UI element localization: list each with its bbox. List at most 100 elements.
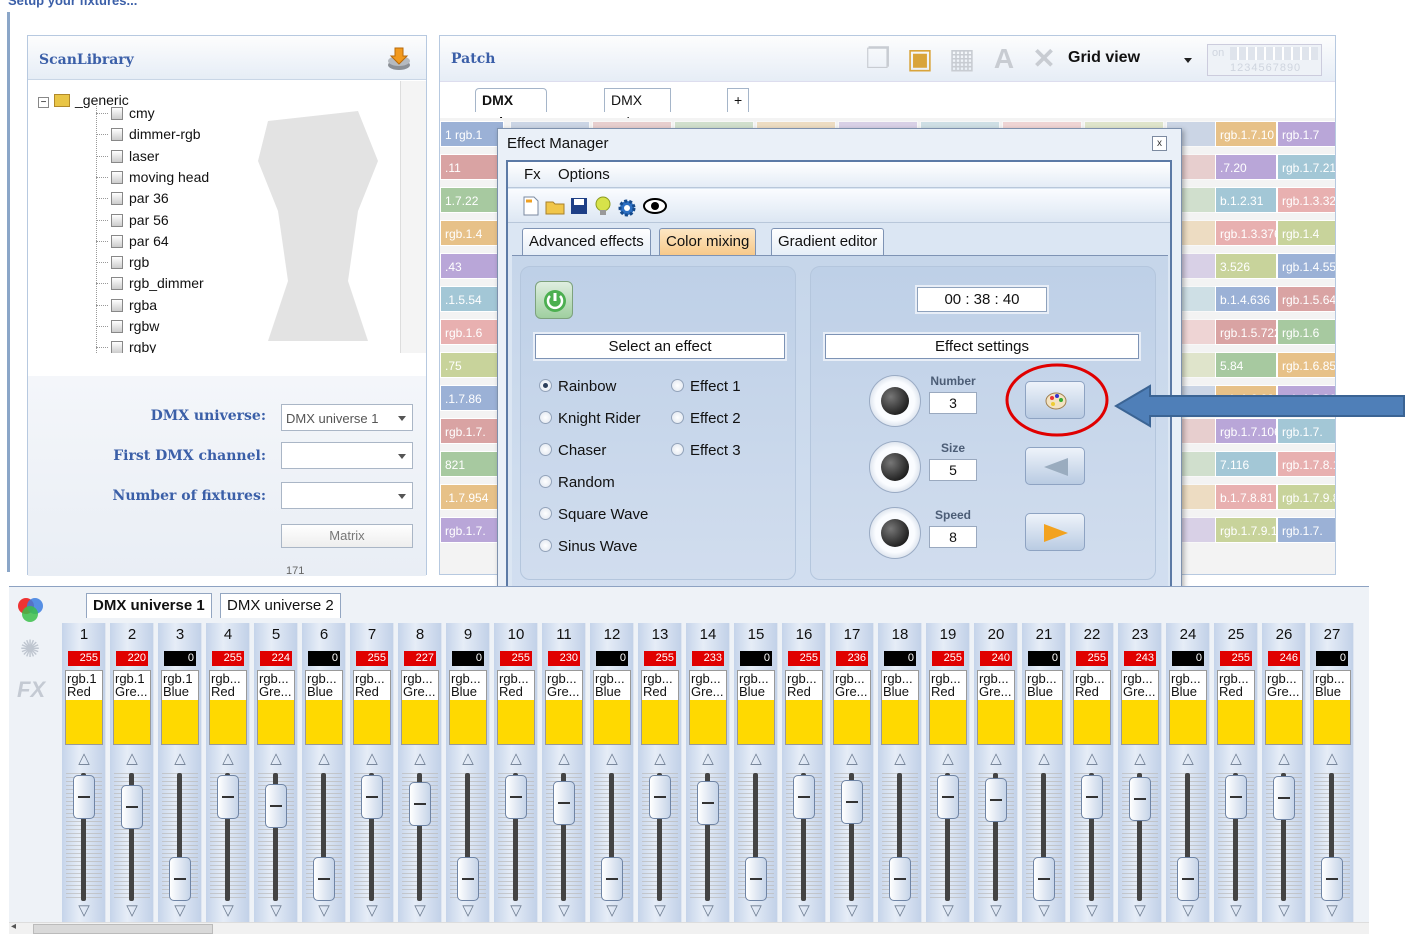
num-fixtures-select[interactable]	[281, 482, 413, 509]
fader-up-icon[interactable]: △	[842, 751, 862, 767]
tree-item[interactable]: rgbw	[111, 316, 159, 337]
radio-icon[interactable]	[539, 379, 552, 392]
first-channel-select[interactable]	[281, 442, 413, 469]
tree-item[interactable]: par 36	[111, 188, 169, 209]
fader-handle[interactable]	[1273, 776, 1295, 821]
fader-handle[interactable]	[505, 774, 527, 819]
fader-handle[interactable]	[265, 783, 287, 828]
fader-up-icon[interactable]: △	[410, 751, 430, 767]
patch-cell[interactable]: rgb.1.6	[440, 319, 504, 345]
patch-cell[interactable]: rgb.1.3.32	[1277, 187, 1335, 213]
lightbulb-icon[interactable]	[592, 195, 614, 217]
fader-down-icon[interactable]: ▽	[458, 903, 478, 919]
fx-icon[interactable]: FX	[17, 677, 45, 703]
fader-down-icon[interactable]: ▽	[554, 903, 574, 919]
download-icon[interactable]	[386, 46, 412, 72]
tree-item[interactable]: laser	[111, 146, 159, 167]
effect-radio[interactable]: Effect 2	[671, 409, 741, 429]
fader-up-icon[interactable]: △	[1034, 751, 1054, 767]
fixture-tree[interactable]: − _generic cmy dimmer-rgb laser moving head p…	[28, 81, 400, 353]
scroll-thumb[interactable]	[33, 924, 213, 934]
fader-up-icon[interactable]: △	[458, 751, 478, 767]
patch-cell[interactable]: rgb.1.4.553	[1277, 253, 1335, 279]
patch-cell[interactable]: rgb.1.5.722	[1215, 319, 1277, 345]
size-value[interactable]: 5	[929, 459, 977, 481]
fader-down-icon[interactable]: ▽	[218, 903, 238, 919]
patch-cell[interactable]: rgb.1.6	[1277, 319, 1335, 345]
rename-icon[interactable]: A	[990, 44, 1018, 74]
collapse-icon[interactable]: −	[38, 97, 49, 108]
fader-handle[interactable]	[889, 857, 911, 901]
color-wheel-icon[interactable]	[15, 595, 45, 625]
speed-value[interactable]: 8	[929, 526, 977, 548]
add-icon[interactable]: ▦	[948, 44, 976, 74]
patch-tab-add[interactable]: +	[727, 88, 750, 112]
open-folder-icon[interactable]	[544, 195, 566, 217]
effect-radio[interactable]: Random	[539, 473, 615, 493]
radio-icon[interactable]	[539, 411, 552, 424]
patch-cell[interactable]: .1.5.54	[440, 286, 504, 312]
close-icon[interactable]: x	[1152, 136, 1167, 151]
size-knob[interactable]	[869, 441, 921, 493]
patch-cell[interactable]: 1.7.22	[440, 187, 504, 213]
fader-up-icon[interactable]: △	[266, 751, 286, 767]
tab-color-mixing[interactable]: Color mixing	[659, 228, 757, 255]
fader-down-icon[interactable]: ▽	[1274, 903, 1294, 919]
fader-handle[interactable]	[985, 778, 1007, 823]
effect-radio[interactable]: Square Wave	[539, 505, 648, 525]
radio-icon[interactable]	[671, 411, 684, 424]
fader-down-icon[interactable]: ▽	[1034, 903, 1054, 919]
fader-handle[interactable]	[649, 774, 671, 819]
effect-radio[interactable]: Rainbow	[539, 377, 616, 397]
patch-cell[interactable]: rgb.1.3.376	[1215, 220, 1277, 246]
patch-cell[interactable]: 821	[440, 451, 504, 477]
dmx-universe-select[interactable]: DMX universe 1	[281, 404, 413, 431]
fader-handle[interactable]	[313, 857, 335, 901]
fader-up-icon[interactable]: △	[170, 751, 190, 767]
tree-item[interactable]: dimmer-rgb	[111, 124, 201, 145]
effect-radio[interactable]: Effect 1	[671, 377, 741, 397]
patch-cell[interactable]: b.1.2.31	[1215, 187, 1277, 213]
fader-up-icon[interactable]: △	[314, 751, 334, 767]
settings-gear-icon[interactable]	[616, 195, 638, 217]
view-mode-select[interactable]: Grid view	[1068, 49, 1196, 71]
fader-handle[interactable]	[1129, 777, 1151, 822]
fader-up-icon[interactable]: △	[698, 751, 718, 767]
fader-handle[interactable]	[1177, 857, 1199, 901]
fader-handle[interactable]	[1225, 774, 1247, 819]
fader-down-icon[interactable]: ▽	[74, 903, 94, 919]
patch-tab-universe-1[interactable]: DMX universe 1	[475, 88, 547, 152]
effect-radio[interactable]: Knight Rider	[539, 409, 641, 429]
patch-cell[interactable]: rgb.1.4	[440, 220, 504, 246]
effect-radio[interactable]: Sinus Wave	[539, 537, 637, 557]
new-file-icon[interactable]	[520, 195, 542, 217]
horizontal-scrollbar[interactable]: ◂	[9, 921, 1369, 934]
fader-handle[interactable]	[457, 857, 479, 901]
delete-icon[interactable]: ✕	[1030, 44, 1058, 74]
patch-cell[interactable]: rgb.1.7.21	[1277, 154, 1335, 180]
fader-up-icon[interactable]: △	[1274, 751, 1294, 767]
fader-down-icon[interactable]: ▽	[266, 903, 286, 919]
fader-handle[interactable]	[121, 784, 143, 829]
save-icon[interactable]	[568, 195, 590, 217]
tree-item[interactable]: rgby	[111, 337, 156, 353]
tree-item[interactable]: par 56	[111, 210, 169, 231]
patch-cell[interactable]: 5.84	[1215, 352, 1277, 378]
patch-cell[interactable]: .11	[440, 154, 504, 180]
fader-down-icon[interactable]: ▽	[842, 903, 862, 919]
patch-cell[interactable]: rgb.1.7.	[440, 517, 504, 543]
patch-cell[interactable]: rgb.1.7.9.14	[1215, 517, 1277, 543]
patch-cell[interactable]: rgb.1.4	[1277, 220, 1335, 246]
fader-down-icon[interactable]: ▽	[746, 903, 766, 919]
fader-down-icon[interactable]: ▽	[986, 903, 1006, 919]
fader-up-icon[interactable]: △	[650, 751, 670, 767]
fader-handle[interactable]	[1321, 857, 1343, 901]
fader-down-icon[interactable]: ▽	[938, 903, 958, 919]
fader-up-icon[interactable]: △	[506, 751, 526, 767]
fader-up-icon[interactable]: △	[938, 751, 958, 767]
fader-handle[interactable]	[361, 774, 383, 819]
fader-up-icon[interactable]: △	[1226, 751, 1246, 767]
fader-handle[interactable]	[841, 779, 863, 824]
tree-item[interactable]: rgb	[111, 252, 149, 273]
fader-down-icon[interactable]: ▽	[1130, 903, 1150, 919]
